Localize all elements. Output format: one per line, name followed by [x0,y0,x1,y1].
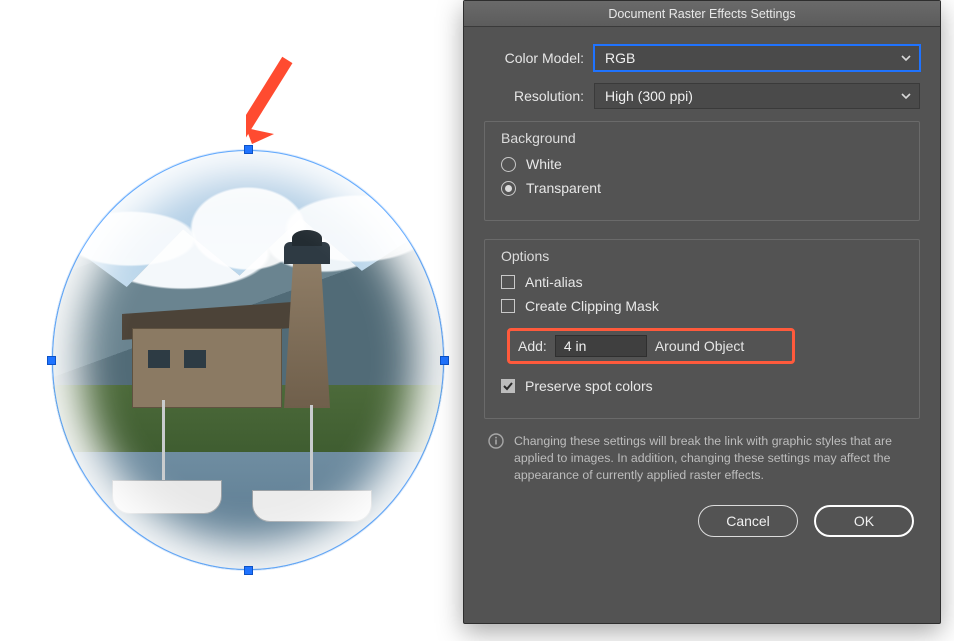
bg-white-label: White [526,156,562,172]
arrow-annotation-icon [246,48,336,158]
dialog-body: Color Model: RGB Resolution: High (300 p… [464,27,940,555]
clipping-mask-option[interactable]: Create Clipping Mask [501,298,903,314]
checkbox-checked-icon [501,379,515,393]
selection-handle-left[interactable] [47,356,56,365]
clipping-mask-label: Create Clipping Mask [525,298,659,314]
color-model-row: Color Model: RGB [484,45,920,71]
checkbox-icon [501,299,515,313]
background-section: Background White Transparent [484,121,920,221]
radio-checked-icon [501,181,516,196]
selection-handle-top[interactable] [244,145,253,154]
selection-handle-bottom[interactable] [244,566,253,575]
add-around-object-row: Add: Around Object [501,324,903,368]
resolution-value: High (300 ppi) [605,88,693,104]
options-section: Options Anti-alias Create Clipping Mask … [484,239,920,419]
bg-transparent-option[interactable]: Transparent [501,180,903,196]
image-content [52,150,444,570]
chevron-down-icon [901,91,911,101]
info-icon [488,433,504,449]
raster-effects-dialog: Document Raster Effects Settings Color M… [463,0,941,624]
resolution-select[interactable]: High (300 ppi) [594,83,920,109]
add-highlight-callout: Add: Around Object [507,328,795,364]
add-label: Add: [518,338,547,354]
cancel-label: Cancel [726,513,770,529]
anti-alias-label: Anti-alias [525,274,583,290]
cancel-button[interactable]: Cancel [698,505,798,537]
preserve-spot-label: Preserve spot colors [525,378,653,394]
info-text: Changing these settings will break the l… [514,433,916,485]
color-model-select[interactable]: RGB [594,45,920,71]
add-suffix: Around Object [655,338,745,354]
color-model-label: Color Model: [484,50,594,66]
background-title: Background [501,130,903,146]
anti-alias-option[interactable]: Anti-alias [501,274,903,290]
ok-label: OK [854,513,874,529]
selection-handle-right[interactable] [440,356,449,365]
dialog-title: Document Raster Effects Settings [464,1,940,27]
resolution-row: Resolution: High (300 ppi) [484,83,920,109]
dialog-buttons: Cancel OK [484,485,920,541]
canvas-area [0,0,470,641]
clipped-image[interactable] [52,150,444,570]
bg-transparent-label: Transparent [526,180,601,196]
chevron-down-icon [901,53,911,63]
color-model-value: RGB [605,50,635,66]
info-note: Changing these settings will break the l… [484,419,920,485]
checkbox-icon [501,275,515,289]
radio-icon [501,157,516,172]
resolution-label: Resolution: [484,88,594,104]
preserve-spot-option[interactable]: Preserve spot colors [501,378,903,394]
options-title: Options [501,248,903,264]
bg-white-option[interactable]: White [501,156,903,172]
add-value-input[interactable] [555,335,647,357]
ok-button[interactable]: OK [814,505,914,537]
